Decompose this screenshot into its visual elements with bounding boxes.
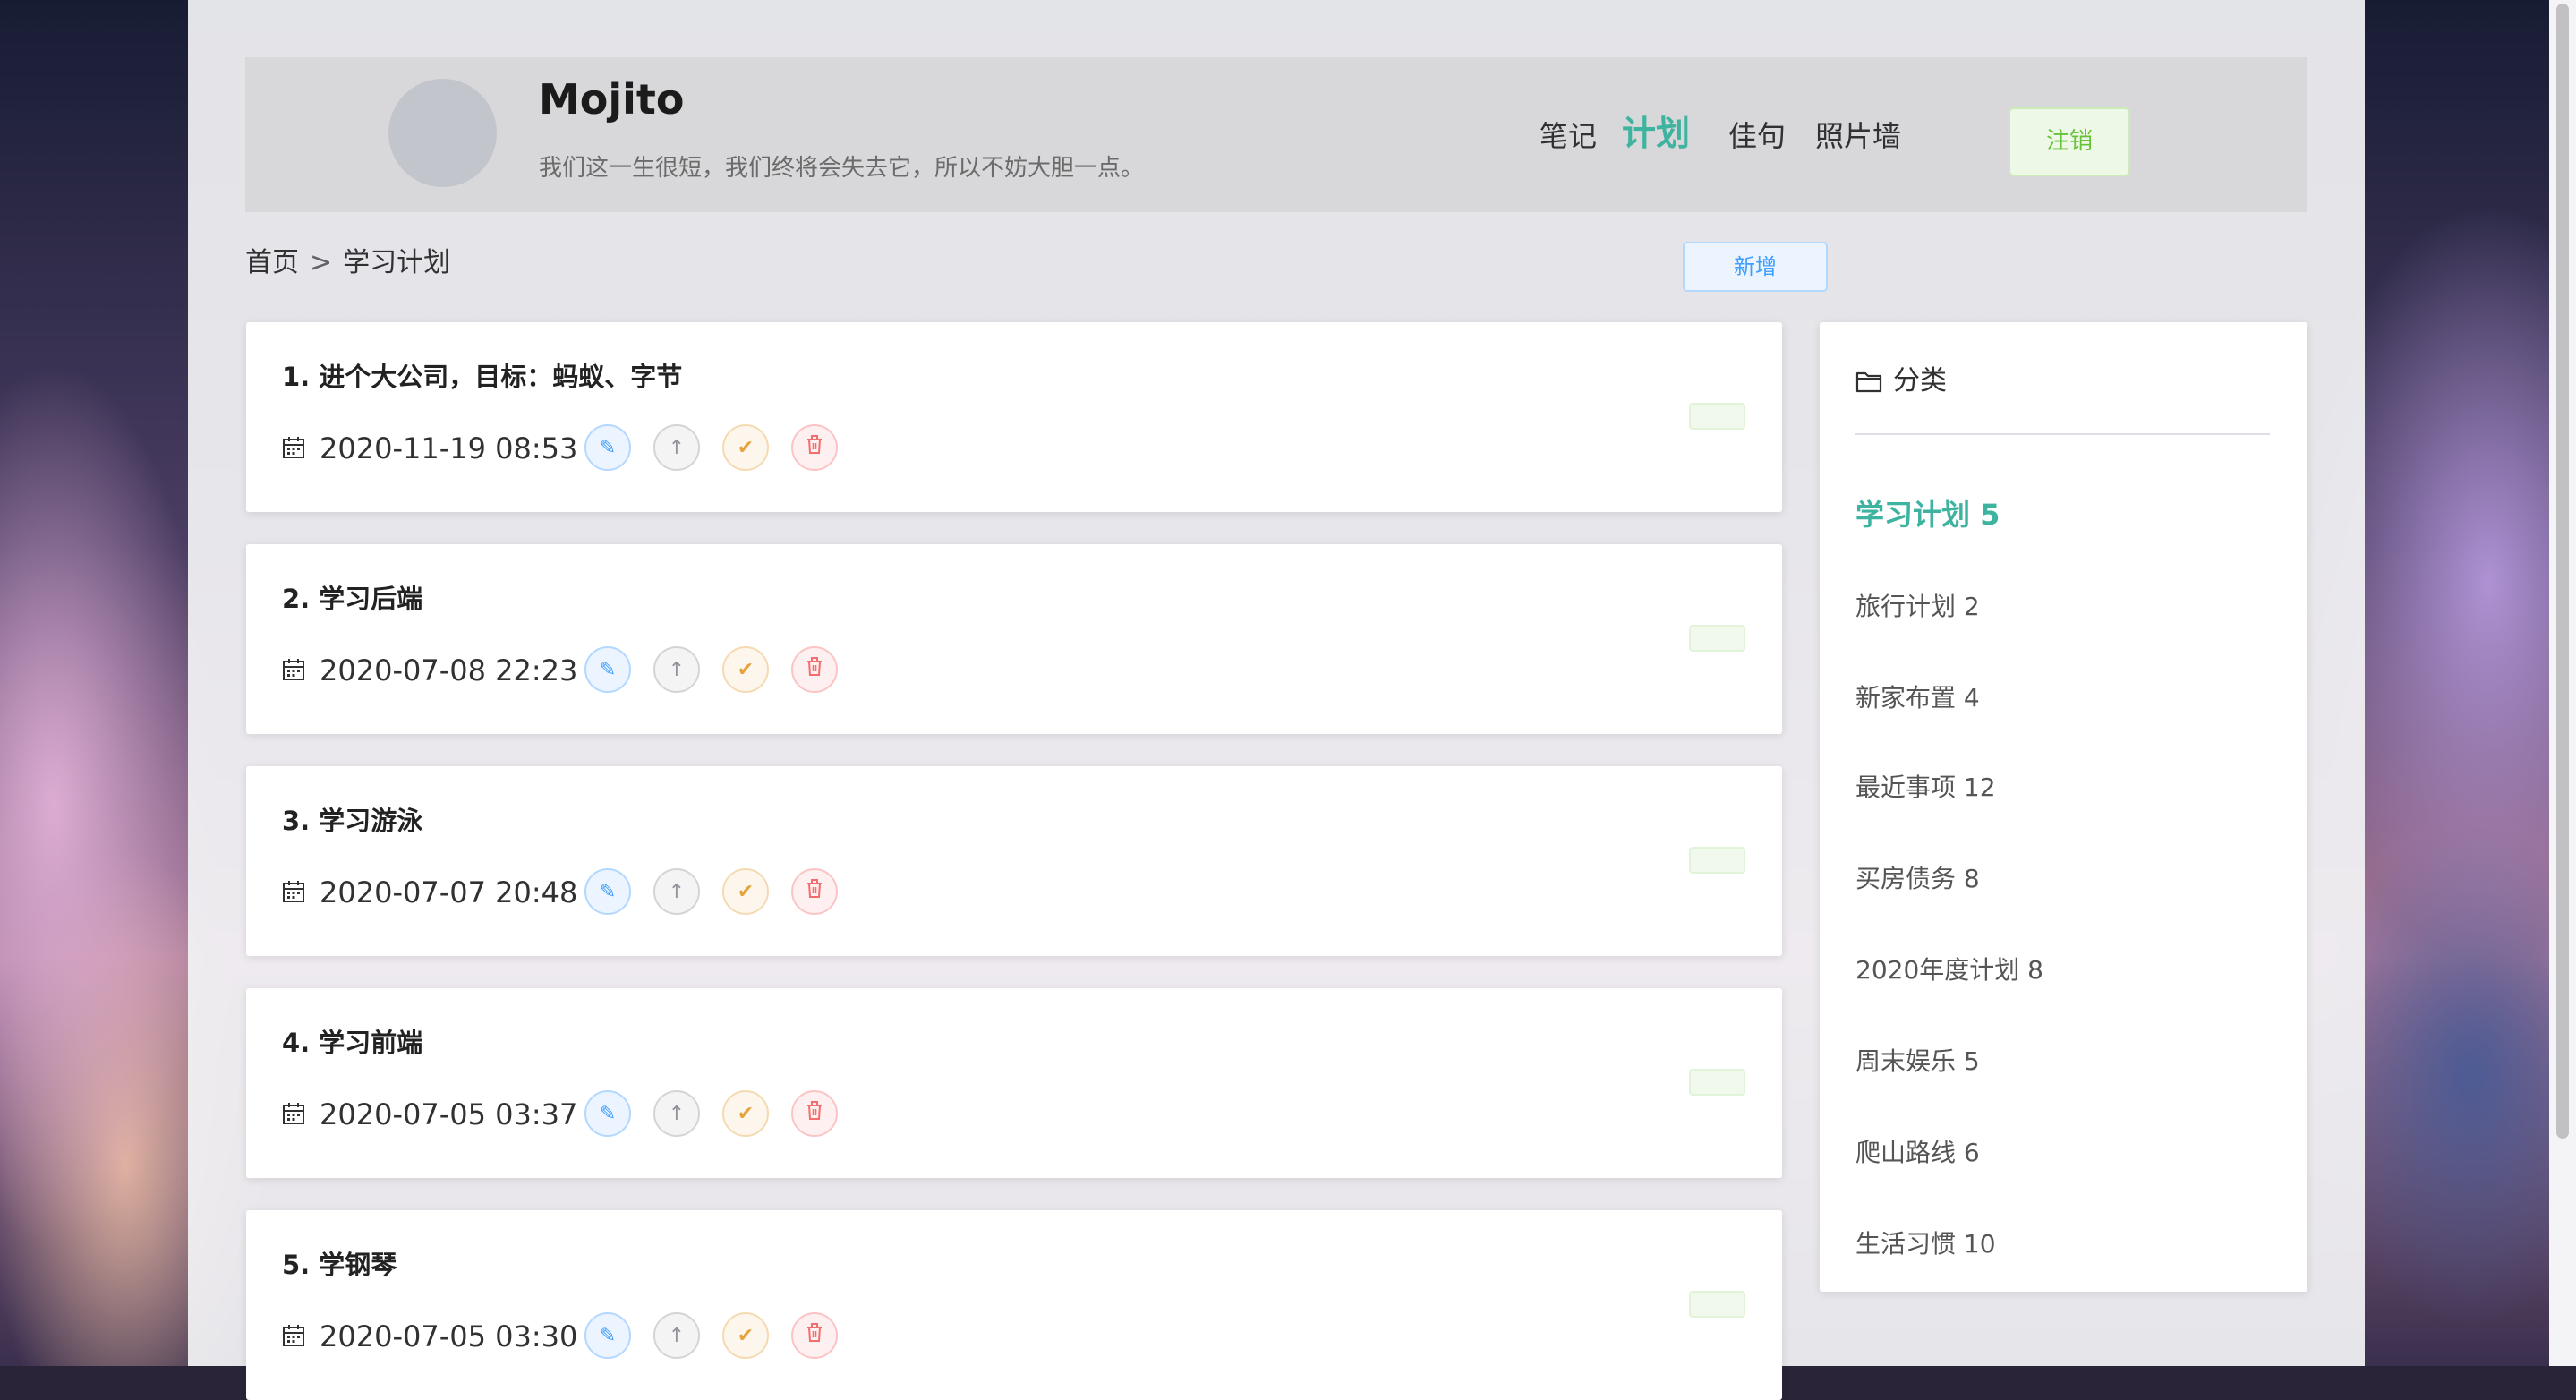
check-list-icon: ✔ <box>737 880 755 903</box>
nav-item-notes[interactable]: 笔记 <box>1540 109 1597 163</box>
arrow-up-icon: ↑ <box>668 436 686 459</box>
plan-date: 2020-11-19 08:53 <box>320 431 578 465</box>
plan-date: 2020-07-08 22:23 <box>320 653 578 687</box>
add-plan-button[interactable]: 新增 <box>1683 242 1828 292</box>
plan-title[interactable]: 2. 学习后端 <box>282 578 422 616</box>
plan-card[interactable]: 4. 学习前端 2020-07-05 03:37 ✎ ↑ ✔ <box>246 988 1782 1178</box>
calendar-icon <box>282 1324 305 1347</box>
plan-card[interactable]: 5. 学钢琴 2020-07-05 03:30 ✎ ↑ ✔ <box>246 1210 1782 1400</box>
check-list-icon: ✔ <box>737 436 755 459</box>
calendar-icon <box>282 1102 305 1125</box>
folder-icon <box>1855 369 1882 400</box>
category-title-label: 分类 <box>1893 365 1947 397</box>
pin-top-button[interactable]: ↑ <box>653 1312 700 1359</box>
plan-card[interactable]: 2. 学习后端 2020-07-08 22:23 ✎ ↑ ✔ <box>246 544 1782 734</box>
delete-button[interactable] <box>791 424 838 471</box>
plan-date: 2020-07-05 03:37 <box>320 1097 578 1131</box>
complete-button[interactable]: ✔ <box>722 1090 769 1137</box>
delete-button[interactable] <box>791 1312 838 1359</box>
scrollbar-thumb[interactable] <box>2556 4 2569 1139</box>
check-list-icon: ✔ <box>737 658 755 681</box>
check-list-icon: ✔ <box>737 1102 755 1125</box>
edit-button[interactable]: ✎ <box>584 1090 631 1137</box>
scrollbar[interactable] <box>2549 0 2576 1366</box>
pencil-icon: ✎ <box>599 1102 617 1125</box>
divider <box>1855 433 2270 435</box>
arrow-up-icon: ↑ <box>668 1324 686 1347</box>
nav-item-photos[interactable]: 照片墙 <box>1815 109 1901 163</box>
complete-button[interactable]: ✔ <box>722 646 769 693</box>
trash-icon <box>806 879 823 904</box>
trash-icon <box>806 1323 823 1348</box>
trash-icon <box>806 1101 823 1126</box>
plan-title[interactable]: 1. 进个大公司，目标：蚂蚁、字节 <box>282 356 682 394</box>
plan-title[interactable]: 5. 学钢琴 <box>282 1244 397 1282</box>
plan-date: 2020-07-07 20:48 <box>320 875 578 909</box>
plan-title[interactable]: 4. 学习前端 <box>282 1022 422 1060</box>
category-item[interactable]: 旅行计划 2 <box>1855 587 1980 623</box>
delete-button[interactable] <box>791 868 838 915</box>
trash-icon <box>806 435 823 460</box>
site-name: Mojito <box>539 75 685 124</box>
status-tag <box>1689 625 1745 652</box>
site-motto: 我们这一生很短，我们终将会失去它，所以不妨大胆一点。 <box>539 155 1145 182</box>
avatar[interactable] <box>388 79 497 187</box>
check-list-icon: ✔ <box>737 1324 755 1347</box>
nav-item-plans[interactable]: 计划 <box>1622 107 1690 160</box>
edit-button[interactable]: ✎ <box>584 424 631 471</box>
category-item[interactable]: 新家布置 4 <box>1855 679 1980 714</box>
edit-button[interactable]: ✎ <box>584 646 631 693</box>
pin-top-button[interactable]: ↑ <box>653 1090 700 1137</box>
pencil-icon: ✎ <box>599 1324 617 1347</box>
pin-top-button[interactable]: ↑ <box>653 424 700 471</box>
delete-button[interactable] <box>791 1090 838 1137</box>
status-tag <box>1689 847 1745 874</box>
pin-top-button[interactable]: ↑ <box>653 868 700 915</box>
complete-button[interactable]: ✔ <box>722 1312 769 1359</box>
category-item[interactable]: 生活习惯 10 <box>1855 1225 1996 1260</box>
pencil-icon: ✎ <box>599 436 617 459</box>
breadcrumb-home[interactable]: 首页 <box>245 247 299 278</box>
status-tag <box>1689 403 1745 430</box>
calendar-icon <box>282 658 305 681</box>
breadcrumb-current: 学习计划 <box>343 247 451 278</box>
plan-date: 2020-07-05 03:30 <box>320 1319 578 1353</box>
category-sidebar: 分类 学习计划 5 旅行计划 2 新家布置 4 最近事项 12 买房债务 8 2020年度… <box>1820 322 2307 1292</box>
site-header: Mojito 我们这一生很短，我们终将会失去它，所以不妨大胆一点。 笔记 计划 … <box>245 57 2307 212</box>
plan-card[interactable]: 3. 学习游泳 2020-07-07 20:48 ✎ ↑ ✔ <box>246 766 1782 956</box>
status-tag <box>1689 1069 1745 1096</box>
pin-top-button[interactable]: ↑ <box>653 646 700 693</box>
trash-icon <box>806 657 823 682</box>
category-title: 分类 <box>1855 358 1947 400</box>
category-item[interactable]: 爬山路线 6 <box>1855 1133 1980 1169</box>
logout-button[interactable]: 注销 <box>2009 107 2130 176</box>
edit-button[interactable]: ✎ <box>584 1312 631 1359</box>
arrow-up-icon: ↑ <box>668 658 686 681</box>
nav-item-quotes[interactable]: 佳句 <box>1728 109 1786 163</box>
edit-button[interactable]: ✎ <box>584 868 631 915</box>
pencil-icon: ✎ <box>599 658 617 681</box>
complete-button[interactable]: ✔ <box>722 424 769 471</box>
pencil-icon: ✎ <box>599 880 617 903</box>
complete-button[interactable]: ✔ <box>722 868 769 915</box>
arrow-up-icon: ↑ <box>668 1102 686 1125</box>
calendar-icon <box>282 880 305 903</box>
calendar-icon <box>282 436 305 459</box>
plan-card[interactable]: 1. 进个大公司，目标：蚂蚁、字节 2020-11-19 08:53 ✎ ↑ ✔ <box>246 322 1782 512</box>
category-item[interactable]: 最近事项 12 <box>1855 768 1996 804</box>
delete-button[interactable] <box>791 646 838 693</box>
chevron-right-icon: > <box>310 247 333 278</box>
breadcrumb: 首页 > 学习计划 <box>245 240 450 279</box>
page-container: Mojito 我们这一生很短，我们终将会失去它，所以不妨大胆一点。 笔记 计划 … <box>188 0 2365 1400</box>
category-item[interactable]: 周末娱乐 5 <box>1855 1042 1980 1078</box>
plan-title[interactable]: 3. 学习游泳 <box>282 800 422 838</box>
status-tag <box>1689 1291 1745 1318</box>
category-item[interactable]: 学习计划 5 <box>1855 492 2000 534</box>
category-item[interactable]: 2020年度计划 8 <box>1855 951 2043 986</box>
category-item[interactable]: 买房债务 8 <box>1855 859 1980 895</box>
arrow-up-icon: ↑ <box>668 880 686 903</box>
